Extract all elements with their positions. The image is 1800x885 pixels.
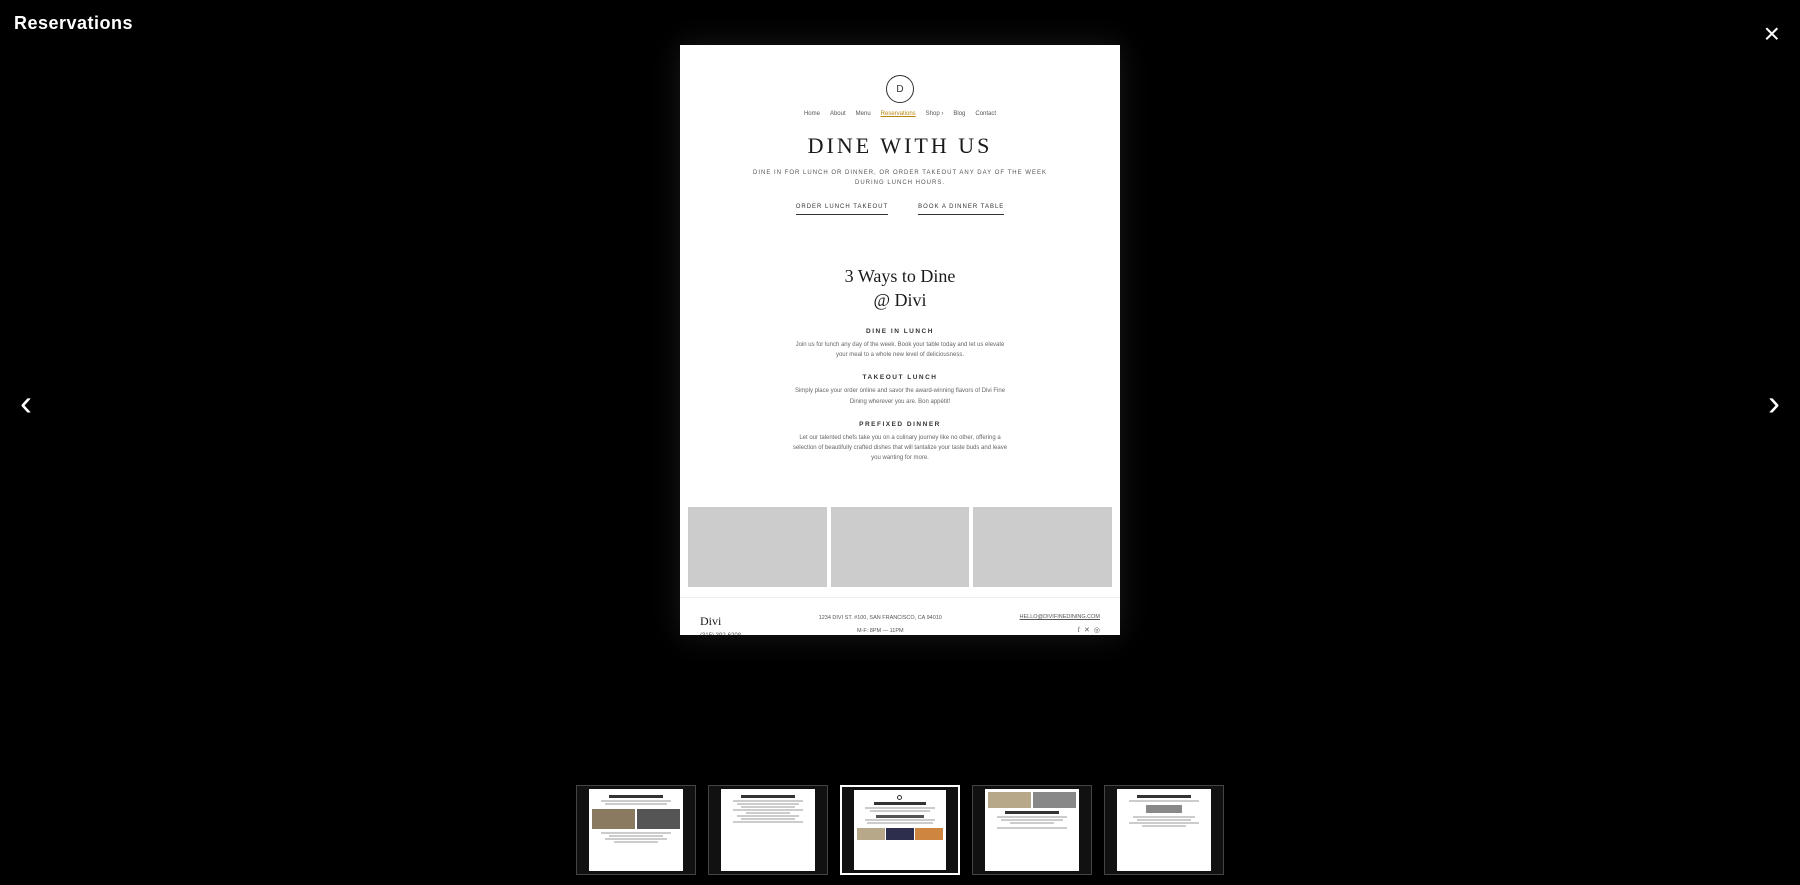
thumbnail-4[interactable]	[972, 785, 1092, 875]
ways-section: 3 Ways to Dine@ Divi DINE IN LUNCH Join …	[680, 245, 1120, 497]
ways-item-1: DINE IN LUNCH Join us for lunch any day …	[710, 328, 1090, 360]
thumbnail-3[interactable]	[840, 785, 960, 875]
ways-item-1-desc: Join us for lunch any day of the week. B…	[790, 340, 1010, 360]
nav-menu[interactable]: Menu	[856, 111, 871, 117]
next-arrow-button[interactable]: ›	[1768, 382, 1780, 424]
nav-contact[interactable]: Contact	[975, 111, 996, 117]
divi-logo: D	[886, 75, 914, 103]
footer-hours-weekday: M-F: 8PM — 11PM	[819, 627, 942, 635]
prev-arrow-button[interactable]: ‹	[20, 382, 32, 424]
sub-heading: DINE IN FOR LUNCH OR DINNER, OR ORDER TA…	[710, 169, 1090, 188]
footer-email: HELLO@DIVIFINEDINING.COM	[1020, 614, 1100, 620]
main-heading: DINE WITH US	[710, 133, 1090, 159]
thumbnail-2[interactable]	[708, 785, 828, 875]
ways-item-1-title: DINE IN LUNCH	[710, 328, 1090, 335]
book-dinner-btn[interactable]: BOOK A DINNER TABLE	[918, 204, 1004, 215]
photo-drinks	[831, 507, 970, 587]
nav-blog[interactable]: Blog	[953, 111, 965, 117]
ways-item-2-title: TAKEOUT LUNCH	[710, 374, 1090, 381]
photo-food	[973, 507, 1112, 587]
main-preview: D Home About Menu Reservations Shop › Bl…	[680, 45, 1120, 635]
instagram-icon[interactable]: ◎	[1094, 626, 1100, 634]
nav-about[interactable]: About	[830, 111, 846, 117]
page-nav: Home About Menu Reservations Shop › Blog…	[710, 111, 1090, 117]
footer-address: 1234 DIVI ST. #100, SAN FRANCISCO, CA 94…	[819, 614, 942, 623]
page-header: D Home About Menu Reservations Shop › Bl…	[680, 45, 1120, 245]
thumbnail-1[interactable]	[576, 785, 696, 875]
footer-center: 1234 DIVI ST. #100, SAN FRANCISCO, CA 94…	[819, 614, 942, 635]
ways-item-3-desc: Let our talented chefs take you on a cul…	[790, 433, 1010, 464]
nav-shop[interactable]: Shop ›	[926, 111, 944, 117]
close-button[interactable]: ×	[1764, 20, 1780, 48]
photo-grid	[680, 497, 1120, 597]
facebook-icon[interactable]: f	[1078, 626, 1080, 634]
footer-phone: (315) 392-6208	[700, 633, 741, 635]
footer-social: f ✕ ◎	[1020, 626, 1100, 634]
thumbnail-strip	[576, 785, 1224, 875]
twitter-icon[interactable]: ✕	[1084, 626, 1090, 634]
footer-brand: Divi	[700, 614, 741, 629]
ways-heading: 3 Ways to Dine@ Divi	[710, 265, 1090, 312]
ways-item-2-desc: Simply place your order online and savor…	[790, 386, 1010, 406]
ways-item-3: PREFIXED DINNER Let our talented chefs t…	[710, 421, 1090, 464]
nav-home[interactable]: Home	[804, 111, 820, 117]
page-title: Reservations	[14, 13, 133, 34]
ways-item-3-title: PREFIXED DINNER	[710, 421, 1090, 428]
thumbnail-5[interactable]	[1104, 785, 1224, 875]
footer-right: HELLO@DIVIFINEDINING.COM f ✕ ◎	[1020, 614, 1100, 634]
footer-hours: M-F: 8PM — 11PM S-S: 3PM — 12AM	[819, 627, 942, 635]
nav-reservations[interactable]: Reservations	[881, 111, 916, 117]
footer-left: Divi (315) 392-6208	[700, 614, 741, 635]
page-footer: Divi (315) 392-6208 1234 DIVI ST. #100, …	[680, 597, 1120, 635]
photo-table	[688, 507, 827, 587]
ways-item-2: TAKEOUT LUNCH Simply place your order on…	[710, 374, 1090, 406]
page-content: D Home About Menu Reservations Shop › Bl…	[680, 45, 1120, 635]
order-lunch-btn[interactable]: ORDER LUNCH TAKEOUT	[796, 204, 888, 215]
cta-buttons: ORDER LUNCH TAKEOUT BOOK A DINNER TABLE	[710, 204, 1090, 215]
